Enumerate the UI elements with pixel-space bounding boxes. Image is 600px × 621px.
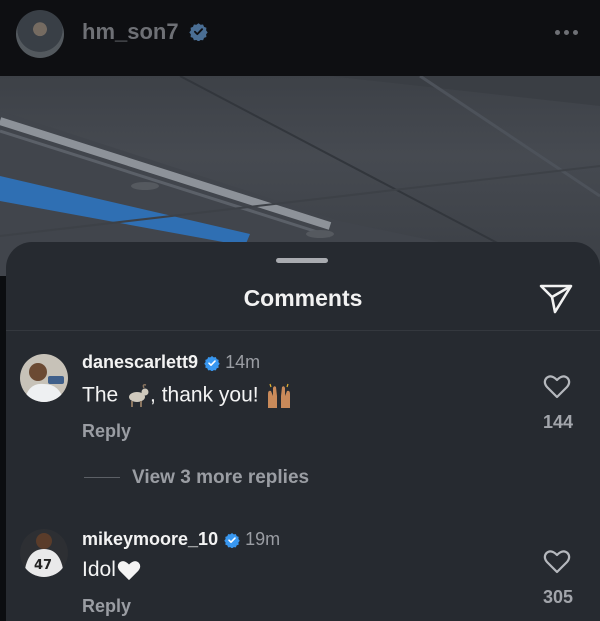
comment-avatar[interactable]: 47 [20, 529, 68, 577]
comments-sheet: Comments danescarlett9 14m The , thank y… [6, 242, 600, 621]
heart-icon[interactable] [543, 548, 571, 574]
reply-button[interactable]: Reply [82, 596, 131, 617]
sheet-divider [6, 330, 600, 331]
comment-text: The , thank you! [82, 382, 294, 410]
comment-timestamp: 14m [225, 352, 261, 372]
comment-text: Idol [82, 558, 142, 582]
white-heart-emoji-icon [117, 561, 141, 581]
replies-line [84, 477, 120, 478]
goat-emoji-icon [129, 384, 149, 407]
view-more-replies-button[interactable]: View 3 more replies [132, 467, 309, 489]
comment-text-before: Idol [82, 558, 116, 581]
comment-header: mikeymoore_10 19m [82, 529, 280, 550]
comment-timestamp: 19m [245, 529, 281, 549]
sheet-title: Comments [243, 285, 363, 311]
raising-hands-emoji-icon [268, 383, 291, 408]
like-count: 305 [542, 587, 574, 607]
verified-badge-icon [224, 532, 240, 548]
like-count: 144 [542, 412, 574, 432]
post-author-avatar[interactable] [16, 10, 64, 58]
sheet-drag-handle[interactable] [276, 258, 328, 263]
post-header: hm_son7 [0, 0, 600, 76]
comment-text-after: , thank you! [150, 383, 259, 407]
verified-badge-icon [204, 355, 220, 371]
post-username[interactable]: hm_son7 [82, 19, 179, 45]
verified-badge-icon [189, 23, 208, 41]
comment-username[interactable]: mikeymoore_10 [82, 529, 218, 550]
svg-text:47: 47 [34, 558, 52, 573]
comment-avatar[interactable] [20, 354, 68, 402]
paper-plane-icon[interactable] [538, 280, 574, 316]
more-options-icon[interactable] [552, 26, 580, 38]
comment-username[interactable]: danescarlett9 [82, 352, 198, 373]
comment-text-before: The [82, 383, 125, 407]
heart-icon[interactable] [543, 373, 571, 399]
reply-button[interactable]: Reply [82, 421, 131, 442]
comment-header: danescarlett9 14m [82, 352, 260, 373]
